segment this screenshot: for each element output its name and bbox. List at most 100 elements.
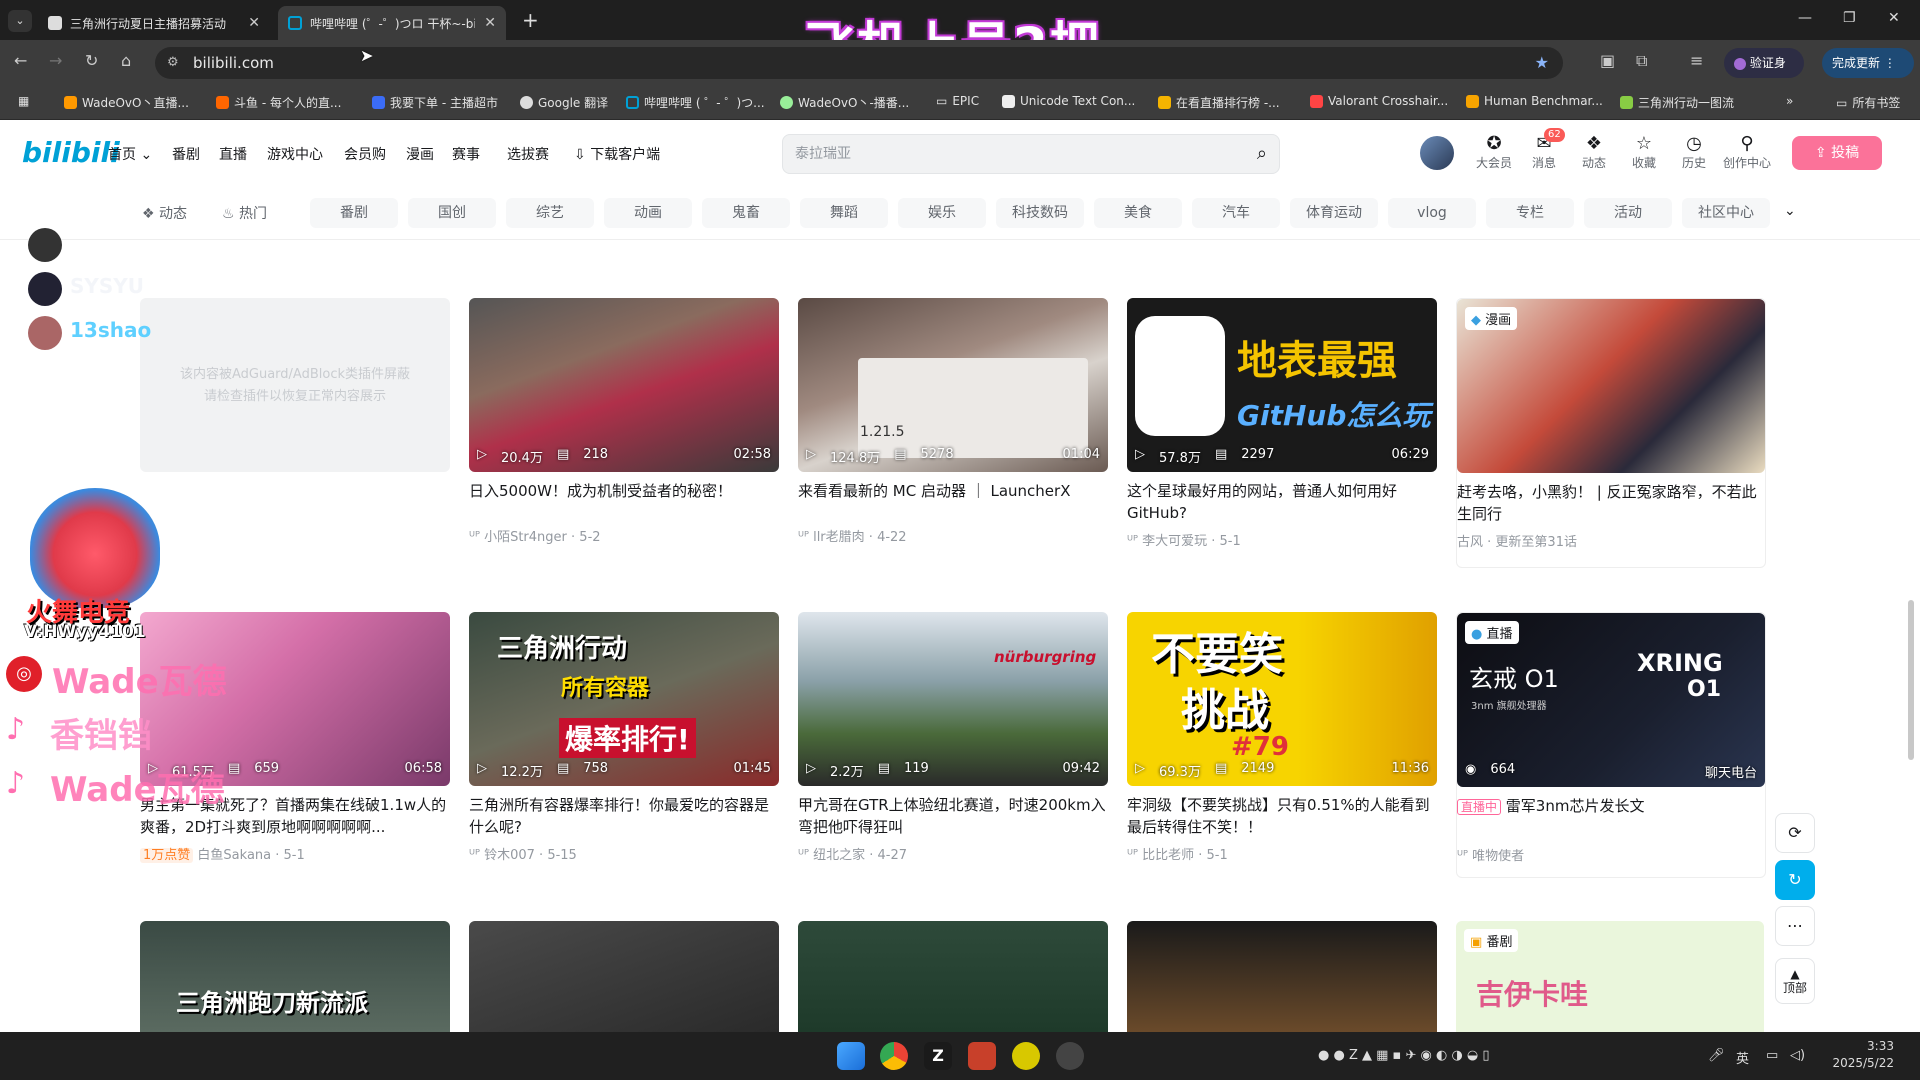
tab-search-button[interactable]: ⌄ [8,10,32,32]
start-icon[interactable] [837,1042,865,1070]
live-card[interactable]: ● 直播 XRING O1 玄戒 O1 3nm 旗舰处理器 ◉ 664 聊天电台 直… [1456,612,1766,878]
bookmark-star-icon[interactable]: ★ [1535,47,1549,79]
nav-game-center[interactable]: 游戏中心 [267,144,323,164]
video-card[interactable]: 三角洲跑刀新流派 [140,921,450,1032]
bilibili-logo[interactable]: bilibili [22,136,120,169]
channel-chip[interactable]: 综艺 [506,198,594,228]
tray-icons[interactable]: ● ● Z ▲ ▦ ▪ ✈ ◉ ◐ ◑ ◒ ▯ [1318,1048,1490,1063]
bookmark-item[interactable]: Google 翻译 [520,94,608,111]
manga-thumbnail[interactable]: ◆ 漫画 [1457,299,1765,473]
search-icon[interactable]: ⌕ [1257,135,1267,173]
update-button[interactable]: 完成更新 ⋮ [1822,48,1914,78]
bookmark-item[interactable]: Unicode Text Con... [1002,94,1135,108]
network-icon[interactable]: ▭ [1766,1048,1778,1063]
video-thumbnail[interactable]: 1.21.5 ▷ 124.8万 ▤ 5278 01:04 [798,298,1108,472]
nav-manga[interactable]: 漫画 [406,144,434,164]
channel-hot[interactable]: ♨ 热门 [222,203,267,223]
nav-mall[interactable]: 会员购 [344,144,386,164]
extensions-icon[interactable]: ⧉ [1636,51,1647,71]
channel-chip[interactable]: 舞蹈 [800,198,888,228]
channel-chip[interactable]: 动画 [604,198,692,228]
scrollbar-thumb[interactable] [1908,600,1914,760]
bookmark-item[interactable]: Human Benchmar... [1466,94,1603,108]
site-info-icon[interactable]: ⚙ [167,47,179,79]
video-card[interactable] [1127,921,1437,1032]
video-thumbnail[interactable] [1127,921,1437,1032]
change-batch-icon[interactable]: ↻ [1775,860,1815,900]
video-thumbnail[interactable]: 三角洲行动 所有容器 爆率排行! ▷ 12.2万 ▤ 758 01:45 [469,612,779,786]
live-thumbnail[interactable]: ● 直播 XRING O1 玄戒 O1 3nm 旗舰处理器 ◉ 664 聊天电台 [1457,613,1765,787]
nav-selection[interactable]: 选拔赛 [507,144,549,164]
channel-chip[interactable]: 专栏 [1486,198,1574,228]
back-icon[interactable]: ← [14,51,27,70]
bookmark-item[interactable]: WadeOvO丶-播番... [780,94,909,111]
video-thumbnail[interactable] [469,921,779,1032]
header-vip[interactable]: ✪ 大会员 [1472,134,1516,171]
header-creator[interactable]: ⚲ 创作中心 [1722,134,1772,171]
app-icon[interactable] [1012,1042,1040,1070]
minimize-icon[interactable]: — [1798,10,1812,26]
video-title[interactable]: 来看看最新的 MC 启动器 ｜ LauncherX [798,480,1108,502]
channel-chip[interactable]: 美食 [1094,198,1182,228]
search-input[interactable]: 泰拉瑞亚 ⌕ [782,134,1280,174]
bookmark-folder[interactable]: ▭ EPIC [936,94,979,108]
restore-icon[interactable]: ❐ [1843,10,1856,26]
volume-icon[interactable]: ◁) [1790,1048,1805,1063]
app-icon[interactable] [968,1042,996,1070]
upload-button[interactable]: ⇪ 投稿 [1792,136,1882,170]
channel-chip[interactable]: 鬼畜 [702,198,790,228]
video-thumbnail[interactable]: nürburgring ▷ 2.2万 ▤ 119 09:42 [798,612,1108,786]
more-icon[interactable]: ⋯ [1775,906,1815,946]
nav-live[interactable]: 直播 [219,144,247,164]
video-author[interactable]: ᵁᴾ 铃木007 · 5-15 [469,844,577,863]
video-author[interactable]: ᵁᴾ 纽北之家 · 4-27 [798,844,907,863]
nav-download-client[interactable]: ⇩ 下载客户端 [574,144,660,164]
channel-chip[interactable]: 社区中心 [1682,198,1770,228]
nav-bangumi[interactable]: 番剧 [172,144,200,164]
zoom-icon[interactable]: Z [924,1042,952,1070]
chrome-icon[interactable] [880,1042,908,1070]
video-author[interactable]: ᵁᴾ 李大可爱玩 · 5-1 [1127,530,1241,549]
expand-channels-icon[interactable]: ⌄ [1784,203,1796,219]
video-title[interactable]: 日入5000W！成为机制受益者的秘密！ [469,480,779,502]
channel-chip[interactable]: 娱乐 [898,198,986,228]
bookmark-item[interactable]: 三角洲行动一图流 [1620,94,1734,111]
manga-title[interactable]: 赶考去咯，小黑豹！ | 反正冤家路窄，不若此生同行 [1457,481,1757,525]
steam-icon[interactable] [1056,1042,1084,1070]
new-tab-button[interactable]: + [522,8,539,32]
clock[interactable]: 3:33 2025/5/22 [1818,1038,1894,1072]
all-bookmarks[interactable]: ▭ 所有书签 [1836,94,1900,111]
forward-icon[interactable]: → [49,51,62,70]
home-icon[interactable]: ⌂ [121,51,131,70]
video-card[interactable] [469,921,779,1032]
channel-dynamic[interactable]: ❖ 动态 [142,203,187,223]
reading-icon[interactable]: ▣ [1600,51,1615,70]
tab-active[interactable]: 哔哩哔哩 (゜-゜)つロ 干杯~-bi ✕ [278,6,506,40]
mic-icon[interactable]: 🎤︎ [1708,1048,1725,1063]
ime-indicator[interactable]: 英 [1736,1048,1749,1067]
media-icon[interactable]: ≡ [1690,51,1703,70]
channel-chip[interactable]: vlog [1388,198,1476,228]
more-bookmarks-icon[interactable]: » [1786,94,1793,108]
video-card[interactable] [798,921,1108,1032]
video-title[interactable]: 牢洞级【不要笑挑战】只有0.51%的人能看到最后转得住不笑！！ [1127,794,1437,838]
header-favorites[interactable]: ☆ 收藏 [1622,134,1666,171]
close-icon[interactable]: ✕ [484,15,496,31]
bookmark-item[interactable]: WadeOvO丶直播... [64,94,189,111]
apps-icon[interactable]: ▦ [18,94,29,108]
header-history[interactable]: ◷ 历史 [1672,134,1716,171]
video-thumbnail[interactable]: 不要笑 挑战 #79 ▷ 69.3万 ▤ 2149 11:36 [1127,612,1437,786]
channel-chip[interactable]: 活动 [1584,198,1672,228]
bookmark-item[interactable]: 我要下单 - 主播超市 [372,94,498,111]
channel-chip[interactable]: 番剧 [310,198,398,228]
close-icon[interactable]: ✕ [248,15,260,31]
reload-icon[interactable]: ↻ [85,51,98,70]
bangumi-thumbnail[interactable]: ▣ 番剧 吉伊卡哇 [1456,921,1764,1032]
close-window-icon[interactable]: ✕ [1888,10,1900,26]
video-author[interactable]: ᵁᴾ 比比老师 · 5-1 [1127,844,1228,863]
video-author[interactable]: 1万点赞 白鱼Sakana · 5-1 [140,844,305,863]
video-thumbnail[interactable]: ▷ 20.4万 ▤ 218 02:58 [469,298,779,472]
back-to-top-button[interactable]: ▲ 顶部 [1775,958,1815,1004]
avatar[interactable] [1420,136,1454,170]
video-thumbnail[interactable] [798,921,1108,1032]
